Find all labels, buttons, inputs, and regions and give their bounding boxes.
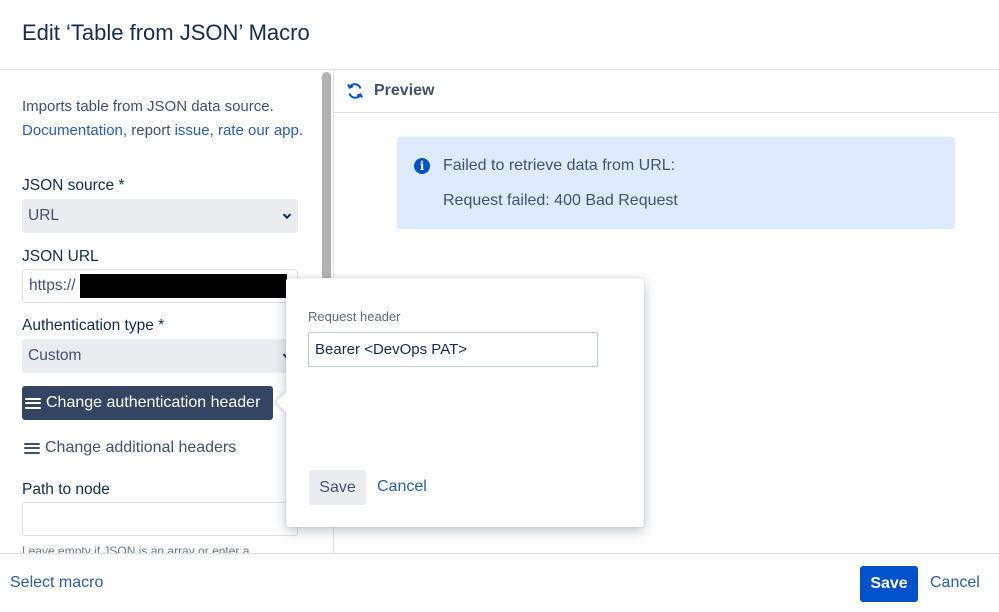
json-source-select[interactable]: URL (22, 199, 298, 233)
dialog-title: Edit ‘Table from JSON’ Macro (22, 20, 310, 45)
path-to-node-label: Path to node (22, 481, 110, 498)
change-auth-header-label: Change authentication header (46, 394, 261, 411)
popup-cancel-button[interactable]: Cancel (377, 478, 427, 496)
json-url-input[interactable]: https:// (22, 269, 298, 303)
intro-separator: , (209, 121, 218, 139)
request-header-popup: Request header Bearer <DevOps PAT> Save … (276, 278, 644, 527)
error-message-box: i Failed to retrieve data from URL: Requ… (397, 137, 955, 229)
auth-type-select[interactable]: Custom (22, 339, 298, 373)
auth-type-value: Custom (28, 347, 82, 364)
error-message-line1: Failed to retrieve data from URL: (443, 157, 676, 174)
intro-separator: , report (122, 121, 175, 139)
footer-divider (0, 553, 999, 554)
scrollbar-thumb[interactable] (322, 72, 331, 288)
macro-settings-panel: Imports table from JSON data source. Doc… (0, 70, 320, 553)
issue-link[interactable]: issue (175, 122, 210, 139)
json-url-label: JSON URL (22, 248, 99, 265)
cancel-button[interactable]: Cancel (930, 574, 980, 592)
intro-description: Imports table from JSON data source. (22, 98, 274, 115)
refresh-icon[interactable] (346, 82, 364, 100)
menu-icon (24, 442, 40, 454)
error-message-line2: Request failed: 400 Bad Request (443, 192, 678, 209)
intro-text: Imports table from JSON data source. Doc… (22, 95, 307, 142)
save-button[interactable]: Save (860, 566, 918, 602)
select-macro-link[interactable]: Select macro (10, 574, 103, 592)
request-header-input[interactable]: Bearer <DevOps PAT> (308, 332, 598, 367)
info-icon: i (414, 158, 430, 174)
request-header-label: Request header (308, 309, 401, 324)
popup-save-button[interactable]: Save (309, 470, 366, 505)
json-url-value: https:// (29, 277, 76, 294)
change-auth-header-button[interactable]: Change authentication header (22, 386, 273, 420)
preview-title: Preview (374, 82, 435, 99)
rate-app-link[interactable]: rate our app (218, 122, 299, 139)
change-additional-headers-button[interactable]: Change additional headers (22, 439, 236, 457)
auth-type-label: Authentication type * (22, 317, 165, 334)
path-hint: Leave empty if JSON is an array or enter… (22, 544, 250, 553)
intro-period: . (298, 121, 304, 139)
menu-icon (25, 397, 41, 409)
change-additional-headers-label: Change additional headers (45, 439, 237, 456)
path-to-node-input[interactable] (22, 502, 298, 536)
request-header-value: Bearer <DevOps PAT> (315, 341, 468, 358)
redaction-bar (79, 274, 287, 298)
json-source-value: URL (28, 207, 60, 224)
chevron-down-icon (282, 213, 292, 220)
documentation-link[interactable]: Documentation (22, 122, 123, 139)
preview-header: Preview (334, 70, 999, 113)
json-source-label: JSON source * (22, 177, 125, 194)
